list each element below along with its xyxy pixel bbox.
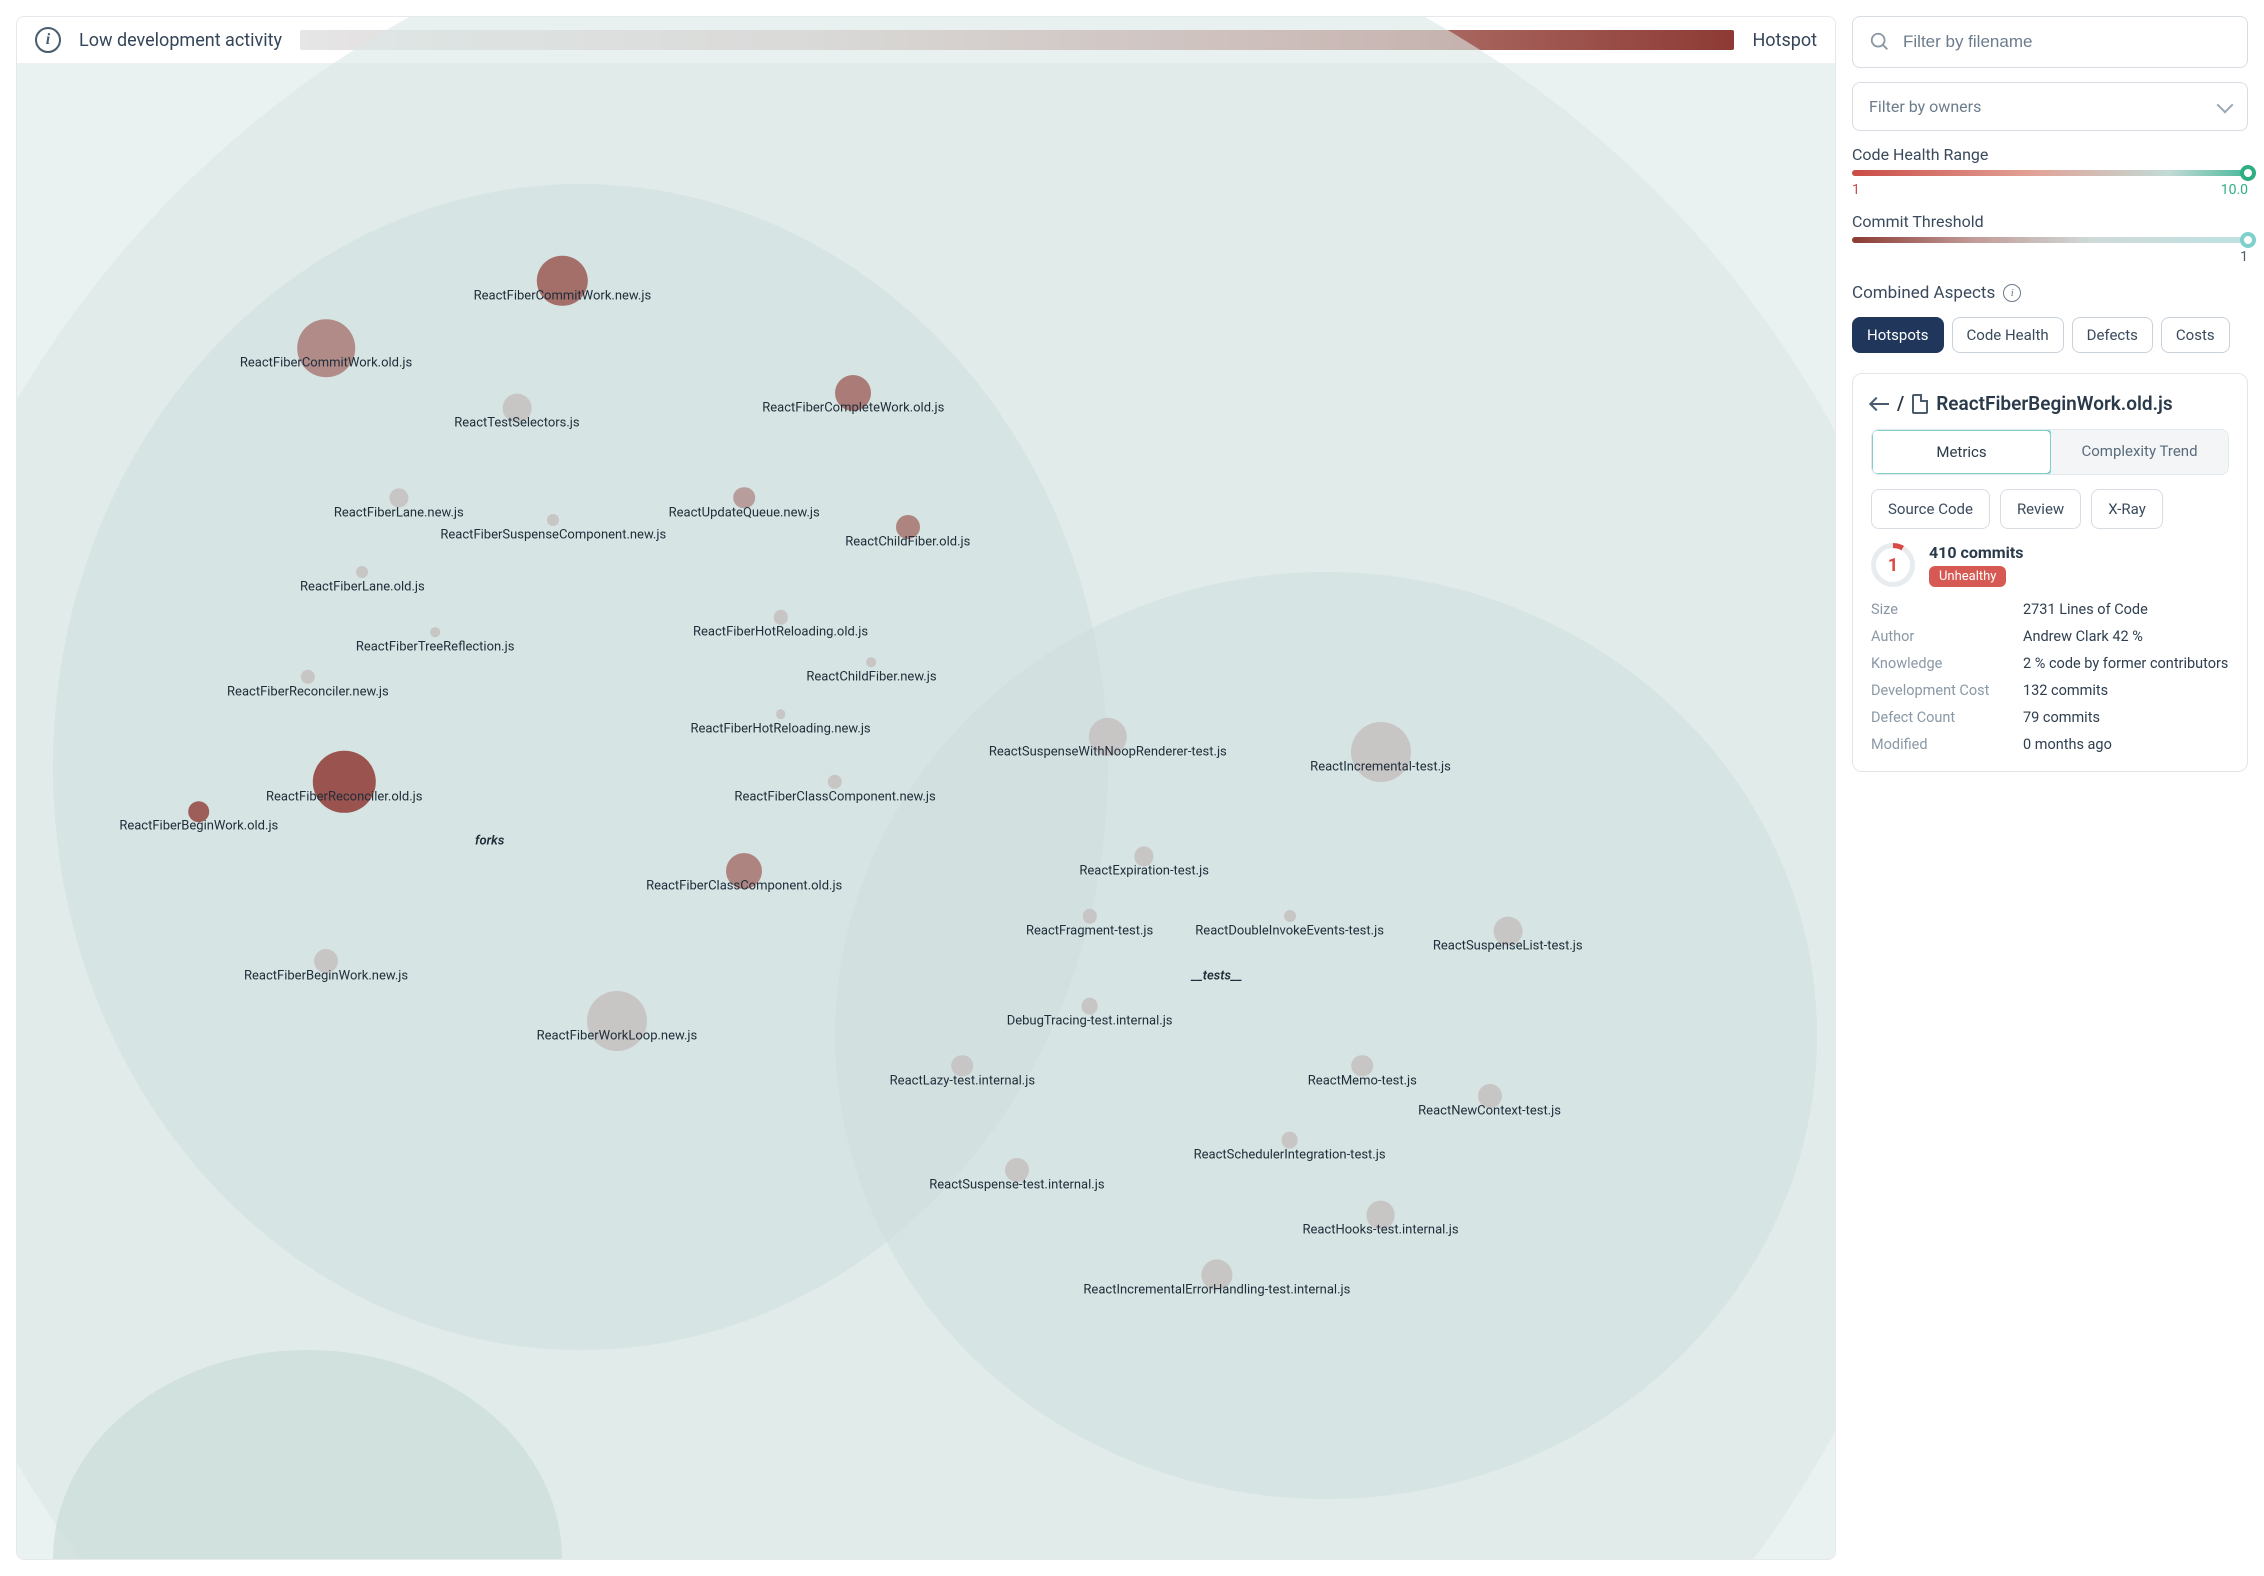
aspect-chip[interactable]: Hotspots	[1852, 317, 1944, 353]
commit-threshold-value-row: 1	[1852, 249, 2248, 265]
combined-aspects-title: Combined Aspects i	[1852, 283, 2248, 303]
breadcrumb-sep: /	[1897, 392, 1904, 415]
commit-threshold-range: Commit Threshold 1	[1852, 212, 2248, 265]
health-score-ring: 1	[1871, 543, 1915, 587]
filter-owners-select[interactable]: Filter by owners	[1852, 82, 2248, 131]
tab-complexity-trend[interactable]: Complexity Trend	[2051, 430, 2228, 474]
filter-filename-input-wrap[interactable]	[1852, 16, 2248, 68]
hotspot-bubble[interactable]	[1352, 1055, 1374, 1077]
sidebar: Filter by owners Code Health Range 1 10.…	[1852, 16, 2248, 1560]
commit-threshold-value: 1	[2240, 249, 2248, 265]
file-detail-card: / ReactFiberBeginWork.old.js Metrics Com…	[1852, 373, 2248, 772]
hotspot-bubble[interactable]	[1081, 997, 1098, 1014]
aspect-chip[interactable]: Costs	[2161, 317, 2230, 353]
bubble-chart-area[interactable]: forks __tests__ ReactFiberCommitWork.new…	[17, 64, 1835, 1559]
hotspot-bubble[interactable]	[587, 991, 647, 1051]
xray-button[interactable]: X-Ray	[2091, 489, 2163, 529]
kv-knowledge-v: 2 % code by former contributors	[2023, 655, 2229, 672]
hotspot-bubble[interactable]	[776, 710, 786, 720]
hotspot-bubble[interactable]	[835, 375, 871, 411]
chevron-down-icon	[2217, 96, 2234, 113]
hotspot-bubble[interactable]	[1493, 917, 1522, 946]
kv-defect-v: 79 commits	[2023, 709, 2229, 726]
hotspot-bubble[interactable]	[1284, 910, 1296, 922]
hotspot-bubble[interactable]	[314, 949, 338, 973]
kv-devcost-v: 132 commits	[2023, 682, 2229, 699]
code-health-max: 10.0	[2221, 182, 2248, 198]
hotspot-bubble[interactable]	[952, 1055, 974, 1077]
hotspot-bubble[interactable]	[356, 566, 368, 578]
hotspot-bubble[interactable]	[1478, 1084, 1502, 1108]
kv-modified-k: Modified	[1871, 736, 2011, 753]
hotspot-bubble[interactable]	[297, 319, 355, 377]
kv-author-v: Andrew Clark 42 %	[2023, 628, 2229, 645]
commit-threshold-label: Commit Threshold	[1852, 212, 2248, 231]
code-health-range: Code Health Range 1 10.0	[1852, 145, 2248, 198]
app-root: i Low development activity Hotspot forks…	[0, 0, 2264, 1576]
hotspot-bubble[interactable]	[867, 657, 877, 667]
kv-size-v: 2731 Lines of Code	[2023, 601, 2229, 618]
file-icon	[1912, 394, 1928, 414]
hotspot-bubble[interactable]	[430, 627, 440, 637]
hotspot-visualization-panel: i Low development activity Hotspot forks…	[16, 16, 1836, 1560]
slider-thumb-icon[interactable]	[2240, 232, 2256, 248]
file-name: ReactFiberBeginWork.old.js	[1936, 392, 2172, 415]
kv-knowledge-k: Knowledge	[1871, 655, 2011, 672]
commits-column: 410 commits Unhealthy	[1929, 543, 2023, 587]
hotspot-bubble[interactable]	[1366, 1201, 1395, 1230]
source-code-button[interactable]: Source Code	[1871, 489, 1990, 529]
hotspot-bubble[interactable]	[188, 801, 210, 823]
health-badge: Unhealthy	[1929, 566, 2006, 587]
hotspot-bubble[interactable]	[1005, 1158, 1029, 1182]
cluster-tests	[835, 572, 1817, 1499]
detail-tabs: Metrics Complexity Trend	[1871, 429, 2229, 475]
kv-defect-k: Defect Count	[1871, 709, 2011, 726]
search-icon	[1869, 31, 1891, 53]
code-health-slider[interactable]	[1852, 170, 2248, 176]
code-health-label: Code Health Range	[1852, 145, 2248, 164]
hotspot-bubble[interactable]	[547, 514, 559, 526]
kv-author-k: Author	[1871, 628, 2011, 645]
hotspot-bubble[interactable]	[726, 853, 762, 889]
aspect-chip-row: HotspotsCode HealthDefectsCosts	[1852, 317, 2248, 353]
kv-devcost-k: Development Cost	[1871, 682, 2011, 699]
hotspot-bubble[interactable]	[733, 487, 755, 509]
legend-high-label: Hotspot	[1752, 30, 1817, 51]
info-icon[interactable]: i	[35, 27, 61, 53]
commit-threshold-slider[interactable]	[1852, 237, 2248, 243]
health-score-value: 1	[1888, 555, 1898, 576]
metrics-table: Size 2731 Lines of Code Author Andrew Cl…	[1871, 601, 2229, 753]
filter-filename-input[interactable]	[1903, 32, 2231, 52]
info-icon[interactable]: i	[2003, 284, 2021, 302]
back-arrow-icon[interactable]	[1871, 397, 1889, 411]
kv-modified-v: 0 months ago	[2023, 736, 2229, 753]
commits-count: 410 commits	[1929, 543, 2023, 562]
slider-thumb-icon[interactable]	[2240, 165, 2256, 181]
legend-low-label: Low development activity	[79, 30, 282, 51]
review-button[interactable]: Review	[2000, 489, 2081, 529]
aspect-chip[interactable]: Defects	[2072, 317, 2153, 353]
hotspot-bubble[interactable]	[503, 393, 532, 422]
detail-actions: Source Code Review X-Ray	[1871, 489, 2229, 529]
filter-owners-placeholder: Filter by owners	[1869, 97, 1981, 116]
health-summary: 1 410 commits Unhealthy	[1871, 543, 2229, 587]
tab-metrics[interactable]: Metrics	[1871, 429, 2052, 475]
breadcrumb: / ReactFiberBeginWork.old.js	[1871, 392, 2229, 415]
kv-size-k: Size	[1871, 601, 2011, 618]
code-health-minmax: 1 10.0	[1852, 182, 2248, 198]
code-health-min: 1	[1852, 182, 1860, 198]
hotspot-bubble[interactable]	[896, 515, 920, 539]
hotspot-bubble[interactable]	[1351, 722, 1411, 782]
aspect-chip[interactable]: Code Health	[1952, 317, 2064, 353]
hotspot-bubble[interactable]	[1281, 1132, 1298, 1149]
